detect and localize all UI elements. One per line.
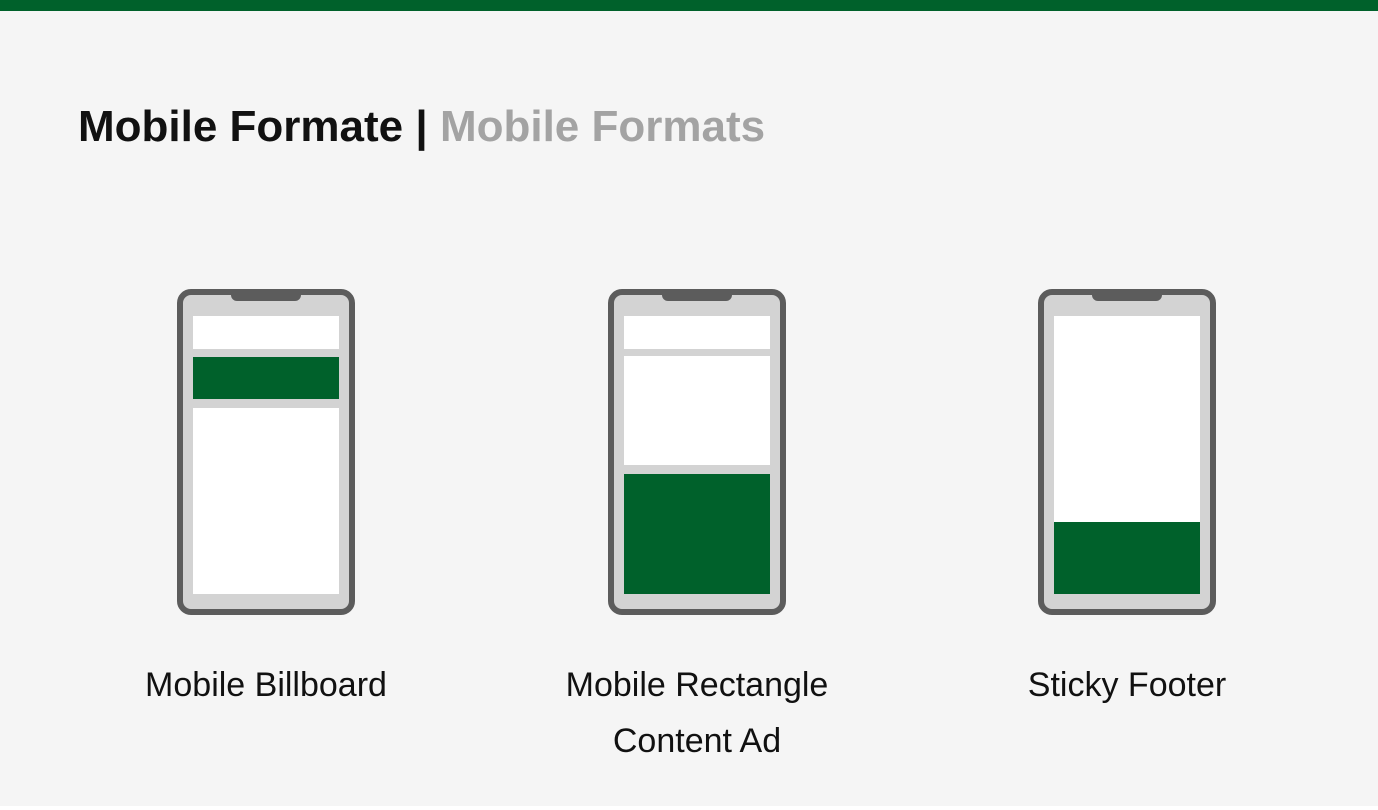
title-separator: |	[415, 102, 428, 151]
label-mobile-billboard: Mobile Billboard	[145, 666, 387, 704]
phone-screen	[1054, 316, 1200, 594]
phone-sticky-footer	[1038, 289, 1216, 615]
title-english: Mobile Formats	[439, 102, 766, 151]
billboard-ad-block	[193, 357, 339, 399]
slide: Mobile Formate | Mobile Formats Mobile B…	[0, 0, 1378, 806]
phone-notch	[231, 289, 301, 301]
phone-notch	[1092, 289, 1162, 301]
content-divider	[624, 465, 770, 474]
content-divider	[624, 349, 770, 356]
phone-notch	[662, 289, 732, 301]
label-sticky-footer: Sticky Footer	[1027, 666, 1227, 704]
phone-screen	[193, 316, 339, 594]
page-title: Mobile Formate | Mobile Formats	[78, 99, 765, 155]
phone-mobile-billboard	[177, 289, 355, 615]
label-line: Mobile Rectangle	[565, 666, 829, 704]
label-mobile-rectangle: Mobile Rectangle Content Ad	[527, 657, 867, 769]
phone-screen	[624, 316, 770, 594]
content-divider	[193, 399, 339, 408]
content-divider	[193, 349, 339, 357]
rectangle-ad-block	[624, 474, 770, 594]
phone-mobile-rectangle	[608, 289, 786, 615]
label-line: Content Ad	[612, 722, 782, 760]
title-german: Mobile Formate	[78, 102, 404, 151]
sticky-footer-ad-block	[1054, 522, 1200, 594]
